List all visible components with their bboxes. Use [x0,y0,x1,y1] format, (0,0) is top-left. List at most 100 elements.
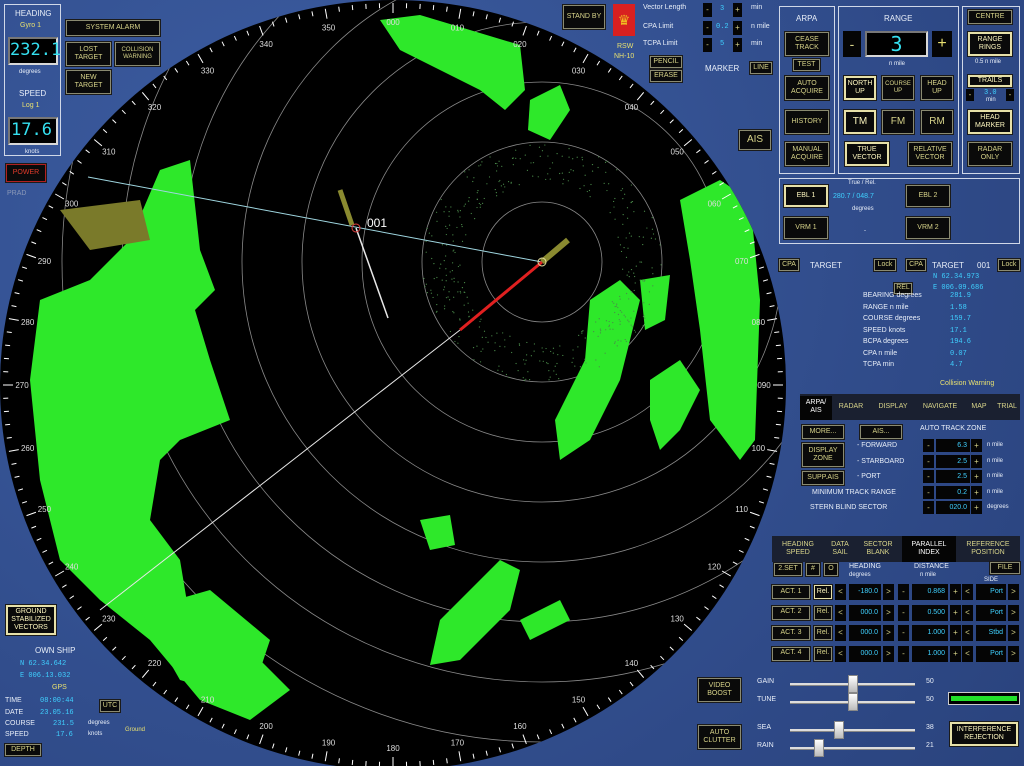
cpa-limit-minus[interactable]: - [703,21,712,35]
pi-heading-dec[interactable]: < [835,584,846,600]
auto-acquire-button[interactable]: AUTO ACQUIRE [784,75,830,101]
pi-rel-button[interactable]: Rel. [813,604,833,621]
tcpa-limit-minus[interactable]: - [703,38,712,52]
rm-button[interactable]: RM [920,109,954,135]
ais-settings-button[interactable]: AIS... [859,424,903,440]
cpa-left-button[interactable]: CPA [778,258,800,272]
pi-side-prev[interactable]: < [962,584,973,600]
ground-stabilized-vectors-button[interactable]: GROUND STABILIZED VECTORS [5,604,57,636]
range-plus-button[interactable]: + [932,31,952,57]
pi-distance-plus[interactable]: + [950,645,961,662]
set-button[interactable]: 2.SET [773,562,803,577]
cpa-limit-plus[interactable]: + [733,21,742,35]
zone-plus-button[interactable]: + [971,454,982,468]
new-target-button[interactable]: NEW TARGET [65,69,112,95]
zone-plus-button[interactable]: + [971,470,982,483]
zone-minus-button[interactable]: - [923,501,934,514]
pi-heading-field[interactable]: 000.0 [849,604,881,621]
pi-side-next[interactable]: > [1008,625,1019,641]
tab-display[interactable]: DISPLAY [870,403,916,411]
pi-distance-field[interactable]: 0.868 [912,584,948,600]
tab-trial[interactable]: TRIAL [994,403,1020,411]
tab-reference-position[interactable]: REFERENCE POSITION [958,541,1018,558]
zone-minus-button[interactable]: - [923,454,934,468]
range-minus-button[interactable]: - [843,31,861,57]
pi-act-button[interactable]: ACT. 4 [771,645,811,662]
zone-value-field[interactable]: 6.3 [936,439,970,452]
ebl2-button[interactable]: EBL 2 [905,184,951,208]
standby-button[interactable]: STAND BY [562,4,606,30]
head-marker-button[interactable]: HEAD MARKER [967,109,1013,135]
pi-heading-dec[interactable]: < [835,645,846,662]
zone-plus-button[interactable]: + [971,485,982,499]
zone-minus-button[interactable]: - [923,439,934,452]
range-rings-button[interactable]: RANGE RINGS [967,31,1013,57]
pi-heading-inc[interactable]: > [883,584,894,600]
depth-button[interactable]: DEPTH [4,743,42,757]
zone-value-field[interactable]: 0.2 [936,485,970,499]
zone-value-field[interactable]: 020.0 [936,501,970,514]
tm-button[interactable]: TM [843,109,877,135]
centre-button[interactable]: CENTRE [967,9,1013,25]
history-button[interactable]: HISTORY [784,109,830,135]
pi-heading-inc[interactable]: > [883,645,894,662]
cpa-right-button[interactable]: CPA [905,258,927,272]
pi-distance-minus[interactable]: - [898,604,909,621]
slider-track-rain[interactable] [790,739,915,757]
pi-heading-field[interactable]: -180.0 [849,584,881,600]
file-button[interactable]: FILE [989,561,1021,575]
tab-parallel-index[interactable]: PARALLEL INDEX [902,536,956,562]
radar-only-button[interactable]: RADAR ONLY [967,141,1013,167]
pi-side-prev[interactable]: < [962,604,973,621]
relative-vector-button[interactable]: RELATIVE VECTOR [907,141,953,167]
display-zone-button[interactable]: DISPLAY ZONE [801,442,845,468]
tab-navigate[interactable]: NAVIGATE [916,403,964,411]
pi-act-button[interactable]: ACT. 3 [771,625,811,641]
pi-heading-dec[interactable]: < [835,625,846,641]
pi-distance-minus[interactable]: - [898,625,909,641]
heading-source[interactable]: Gyro 1 [20,22,41,29]
trails-button[interactable]: TRAILS [967,74,1013,88]
pi-rel-button[interactable]: Rel. [813,625,833,641]
pi-side-prev[interactable]: < [962,645,973,662]
tab-radar[interactable]: RADAR [832,403,870,411]
pi-heading-inc[interactable]: > [883,604,894,621]
pi-rel-button[interactable]: Rel. [813,645,833,662]
pi-distance-plus[interactable]: + [950,604,961,621]
tcpa-limit-plus[interactable]: + [733,38,742,52]
pi-side-field[interactable]: Port [976,604,1006,621]
trails-minus[interactable]: - [966,89,974,101]
power-button[interactable]: POWER [5,163,47,183]
interference-rejection-button[interactable]: INTERFERENCE REJECTION [949,721,1019,747]
marker-line-button[interactable]: LINE [749,61,773,75]
system-alarm-button[interactable]: SYSTEM ALARM [65,19,161,37]
test-button[interactable]: TEST [792,58,821,72]
erase-button[interactable]: ERASE [649,69,683,83]
lock-left-button[interactable]: Lock [873,258,897,272]
zone-minus-button[interactable]: - [923,470,934,483]
auto-clutter-button[interactable]: AUTO CLUTTER [697,724,742,750]
manual-acquire-button[interactable]: MANUAL ACQUIRE [784,141,830,167]
utc-button[interactable]: UTC [99,699,121,713]
pi-distance-field[interactable]: 0.500 [912,604,948,621]
pi-side-next[interactable]: > [1008,645,1019,662]
pi-distance-plus[interactable]: + [950,625,961,641]
pi-distance-plus[interactable]: + [950,584,961,600]
vrm1-button[interactable]: VRM 1 [783,216,829,240]
zone-minus-button[interactable]: - [923,485,934,499]
slider-knob-sea[interactable] [833,721,844,739]
cease-track-button[interactable]: CEASE TRACK [784,31,830,57]
zone-value-field[interactable]: 2.5 [936,470,970,483]
pi-side-field[interactable]: Stbd [976,625,1006,641]
north-up-button[interactable]: NORTH UP [843,75,877,101]
tab-arpa-ais[interactable]: ARPA/ AIS [800,396,832,420]
slider-track-gain[interactable] [790,675,915,693]
video-boost-button[interactable]: VIDEO BOOST [697,677,742,703]
pi-side-next[interactable]: > [1008,604,1019,621]
fm-button[interactable]: FM [881,109,915,135]
tab-map[interactable]: MAP [964,403,994,411]
pi-heading-field[interactable]: 000.0 [849,625,881,641]
ais-button[interactable]: AIS [738,129,772,151]
circle-button[interactable]: O [823,562,839,577]
lost-target-button[interactable]: LOST TARGET [65,41,112,67]
